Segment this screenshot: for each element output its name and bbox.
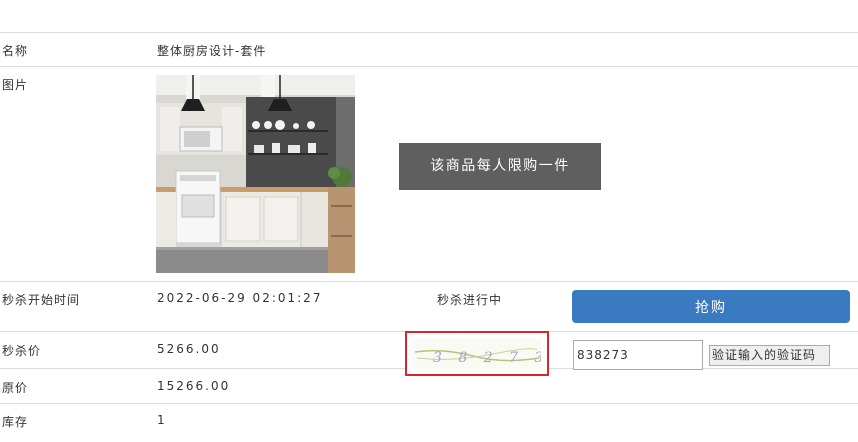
divider [0,66,858,67]
divider [0,403,858,404]
seckill-status: 秒杀进行中 [437,293,503,307]
stock-label: 库存 [2,415,29,429]
stock-value: 1 [157,413,166,427]
original-price-label: 原价 [2,381,29,395]
divider [0,281,858,282]
captcha-highlight: 3 8 2 7 3 [405,331,549,376]
captcha-image[interactable]: 3 8 2 7 3 [413,338,541,369]
image-label: 图片 [2,78,29,92]
original-price-value: 15266.00 [157,379,231,393]
seckill-price-value: 5266.00 [157,342,221,356]
product-image [156,75,355,273]
verify-captcha-button[interactable]: 验证输入的验证码 [709,345,830,366]
divider [0,32,858,33]
product-name: 整体厨房设计-套件 [157,44,267,58]
start-time-value: 2022-06-29 02:01:27 [157,291,323,305]
start-time-label: 秒杀开始时间 [2,293,81,307]
purchase-limit-toast: 该商品每人限购一件 [399,143,601,190]
name-label: 名称 [2,44,29,58]
captcha-input[interactable] [573,340,703,370]
buy-button[interactable]: 抢购 [572,290,850,323]
seckill-price-label: 秒杀价 [2,344,42,358]
captcha-text: 3 8 2 7 3 [433,350,541,366]
